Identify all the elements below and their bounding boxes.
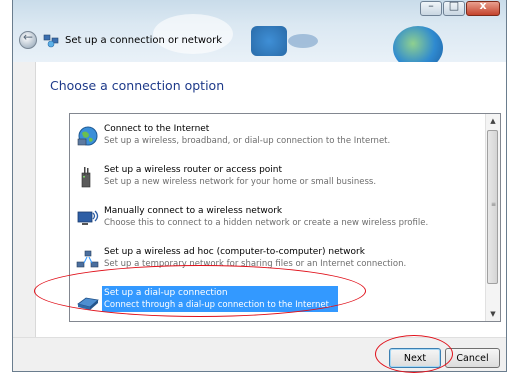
list-item-connect-internet[interactable]: Connect to the Internet Set up a wireles… [76, 122, 480, 154]
list-item-adhoc-network[interactable]: Set up a wireless ad hoc (computer-to-co… [76, 245, 480, 277]
option-description: Connect through a dial-up connection to … [104, 300, 332, 310]
scroll-down-arrow-icon[interactable]: ▼ [486, 307, 500, 321]
title-bar: – □ x ← Set up a connection or network [13, 0, 506, 62]
network-icon [43, 34, 59, 48]
option-title: Set up a wireless ad hoc (computer-to-co… [104, 247, 365, 257]
minimize-icon: – [428, 0, 434, 12]
list-item-manual-wireless[interactable]: Manually connect to a wireless network C… [76, 204, 480, 236]
option-description: Set up a new wireless network for your h… [104, 177, 377, 187]
back-arrow-icon: ← [23, 30, 34, 44]
maximize-button[interactable]: □ [443, 0, 465, 16]
close-icon: x [479, 0, 487, 12]
back-button[interactable]: ← [19, 30, 37, 49]
globe-icon [77, 126, 98, 146]
router-icon [81, 167, 91, 188]
option-title: Set up a wireless router or access point [104, 165, 283, 175]
cancel-button[interactable]: Cancel [445, 348, 500, 368]
dialog-footer: Next Cancel [13, 337, 506, 371]
list-scrollbar[interactable]: ▲ ≡ ▼ [485, 114, 500, 321]
list-item-wireless-router[interactable]: Set up a wireless router or access point… [76, 163, 480, 195]
decorative-glow [251, 26, 287, 56]
window-title: Set up a connection or network [65, 35, 223, 46]
decorative-glow [153, 14, 233, 54]
scroll-up-arrow-icon[interactable]: ▲ [486, 114, 500, 128]
option-title: Set up a dial-up connection [104, 288, 228, 298]
option-title: Manually connect to a wireless network [104, 206, 283, 216]
dialup-modem-icon [77, 297, 99, 310]
adhoc-network-icon [76, 250, 99, 268]
close-button[interactable]: x [466, 0, 500, 16]
option-description: Set up a wireless, broadband, or dial-up… [104, 136, 391, 146]
minimize-button[interactable]: – [420, 0, 442, 16]
page-heading: Choose a connection option [50, 78, 225, 93]
list-item-dialup[interactable]: Set up a dial-up connection Connect thro… [76, 286, 480, 318]
option-description: Set up a temporary network for sharing f… [104, 259, 407, 269]
grip-icon: ≡ [491, 201, 497, 208]
decorative-glow [288, 34, 318, 48]
option-title: Connect to the Internet [104, 124, 210, 134]
maximize-icon: □ [448, 0, 460, 12]
next-button[interactable]: Next [389, 348, 441, 368]
window-controls: – □ x [419, 0, 500, 16]
scrollbar-thumb[interactable]: ≡ [487, 130, 498, 284]
wireless-computer-icon [77, 210, 99, 225]
connection-wizard-window: – □ x ← Set up a connection or network C… [12, 0, 507, 372]
connection-options-list[interactable]: Connect to the Internet Set up a wireles… [69, 113, 501, 322]
main-content: Choose a connection option Connect to th… [35, 62, 506, 337]
option-description: Choose this to connect to a hidden netwo… [104, 218, 429, 228]
globe-decoration-icon [393, 26, 443, 62]
